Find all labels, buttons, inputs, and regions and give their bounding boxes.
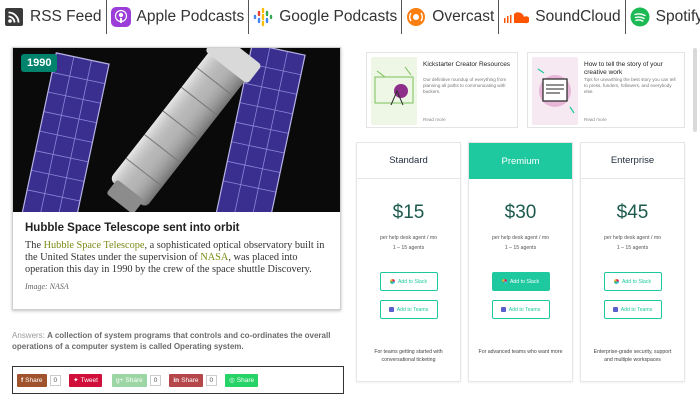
podcast-links-bar: RSS Feed Apple Podcasts Google Podcasts … xyxy=(0,0,700,34)
plan-footer: For advanced teams who want more xyxy=(478,349,563,355)
podcast-label: Spotify xyxy=(655,8,700,25)
linkedin-share-button[interactable]: in Share xyxy=(169,373,203,387)
resource-read-more[interactable]: Read more xyxy=(423,117,446,122)
article-text-part: The xyxy=(25,240,44,251)
share-count: 0 xyxy=(205,374,218,386)
plan-standard: Standard $15 per help desk agent / mo 1 … xyxy=(356,142,461,382)
resource-thumbnail xyxy=(532,57,578,125)
add-to-teams-button[interactable]: Add to Teams xyxy=(491,300,550,319)
plan-footer: Enterprise-grade security, support and m… xyxy=(593,349,672,363)
nasa-link[interactable]: NASA xyxy=(200,252,228,263)
plan-agents: 1 – 15 agents xyxy=(504,245,537,251)
whatsapp-icon: ◎ xyxy=(229,377,235,384)
podcast-label: Google Podcasts xyxy=(279,8,398,25)
resource-title: Kickstarter Creator Resources xyxy=(423,61,511,68)
share-label: Share xyxy=(25,376,43,384)
slack-icon xyxy=(613,279,619,284)
article-title: Hubble Space Telescope sent into orbit xyxy=(25,222,240,234)
scrollbar[interactable] xyxy=(693,48,697,132)
google-podcasts-icon xyxy=(253,7,273,27)
share-count: 0 xyxy=(49,374,62,386)
resource-card-kickstarter[interactable]: Kickstarter Creator Resources Our defini… xyxy=(366,52,518,128)
plan-price: $45 xyxy=(616,202,649,223)
resource-desc: Tips for unearthing the best story you c… xyxy=(584,77,676,94)
answers-label: Answers: xyxy=(12,331,48,340)
share-label: Share xyxy=(236,376,255,384)
button-label: Add to Teams xyxy=(620,306,653,313)
resource-title: How to tell the story of your creative w… xyxy=(584,61,663,76)
overcast-icon xyxy=(406,7,426,27)
resource-read-more[interactable]: Read more xyxy=(584,117,607,122)
plan-agents: 1 – 15 agents xyxy=(392,245,425,251)
facebook-share-button[interactable]: f Share xyxy=(17,373,47,387)
add-to-slack-button[interactable]: Add to Slack xyxy=(491,272,550,291)
twitter-icon: ✦ xyxy=(73,377,79,384)
slack-icon xyxy=(501,279,507,284)
hubble-photo: 1990 xyxy=(13,48,340,212)
button-label: Add to Teams xyxy=(396,306,429,313)
button-label: Add to Slack xyxy=(621,278,652,285)
hubble-telescope-image xyxy=(13,48,340,212)
plan-premium: Premium $30 per help desk agent / mo 1 –… xyxy=(468,142,573,382)
button-label: Add to Slack xyxy=(509,278,540,285)
apple-podcasts-icon xyxy=(110,7,131,27)
podcast-label: SoundCloud xyxy=(535,8,621,25)
podcast-label: Overcast xyxy=(432,8,495,25)
podcast-link-apple[interactable]: Apple Podcasts xyxy=(107,0,250,34)
answers-text: Answers: A collection of system programs… xyxy=(12,330,342,352)
plan-name: Premium xyxy=(469,143,572,179)
hubble-link[interactable]: Hubble Space Telescope xyxy=(44,240,145,251)
button-label: Add to Slack xyxy=(397,278,428,285)
share-label: Share xyxy=(125,376,143,384)
resource-thumbnail xyxy=(371,57,417,125)
plan-per: per help desk agent / mo xyxy=(491,235,550,241)
year-badge: 1990 xyxy=(21,54,58,72)
plan-enterprise: Enterprise $45 per help desk agent / mo … xyxy=(580,142,685,382)
share-bar: f Share 0 ✦ Tweet g+ Share 0 in Share 0 ◎ Share xyxy=(12,366,344,394)
plan-footer: For teams getting started with conversat… xyxy=(374,349,443,363)
plan-agents: 1 – 15 agents xyxy=(616,245,649,251)
plan-price: $15 xyxy=(392,202,425,223)
article-card: 1990 Hubble Space Telescope sent into or… xyxy=(12,47,341,310)
podcast-label: Apple Podcasts xyxy=(136,8,245,25)
podcast-label: RSS Feed xyxy=(30,8,102,25)
add-to-slack-button[interactable]: Add to Slack xyxy=(379,272,438,291)
teams-icon xyxy=(388,307,394,312)
plan-name: Enterprise xyxy=(581,143,684,179)
add-to-slack-button[interactable]: Add to Slack xyxy=(603,272,662,291)
rss-icon xyxy=(4,7,24,27)
podcast-link-overcast[interactable]: Overcast xyxy=(402,0,500,34)
podcast-link-soundcloud[interactable]: SoundCloud xyxy=(499,0,626,34)
image-credit: Image: NASA xyxy=(25,282,69,291)
share-count: 0 xyxy=(149,374,162,386)
whatsapp-share-button[interactable]: ◎ Share xyxy=(225,373,259,387)
answers-body: A collection of system programs that con… xyxy=(12,331,331,351)
plan-per: per help desk agent / mo xyxy=(603,235,662,241)
share-label: Share xyxy=(181,376,199,384)
podcast-link-google[interactable]: Google Podcasts xyxy=(249,0,403,34)
google-plus-icon: g+ xyxy=(115,376,124,384)
plan-per: per help desk agent / mo xyxy=(379,235,438,241)
add-to-teams-button[interactable]: Add to Teams xyxy=(379,300,438,319)
spotify-icon xyxy=(630,7,650,27)
twitter-share-button[interactable]: ✦ Tweet xyxy=(69,373,102,387)
share-label: Tweet xyxy=(80,376,98,384)
teams-icon xyxy=(612,307,618,312)
button-label: Add to Teams xyxy=(508,306,541,313)
slack-icon xyxy=(389,279,395,284)
google-plus-share-button[interactable]: g+ Share xyxy=(111,373,147,387)
plan-name: Standard xyxy=(357,143,460,179)
teams-icon xyxy=(500,307,506,312)
resource-desc: Our definitive roundup of everything fro… xyxy=(423,77,507,94)
add-to-teams-button[interactable]: Add to Teams xyxy=(603,300,662,319)
podcast-link-rss[interactable]: RSS Feed xyxy=(0,0,107,34)
podcast-link-spotify[interactable]: Spotify xyxy=(626,0,700,34)
soundcloud-icon xyxy=(503,7,530,27)
facebook-icon: f xyxy=(21,376,24,384)
resource-card-story[interactable]: How to tell the story of your creative w… xyxy=(527,52,685,128)
article-text: The Hubble Space Telescope, a sophistica… xyxy=(25,240,328,276)
plan-price: $30 xyxy=(504,202,537,223)
linkedin-icon: in xyxy=(173,376,180,384)
article-body: Hubble Space Telescope sent into orbit T… xyxy=(13,212,340,301)
